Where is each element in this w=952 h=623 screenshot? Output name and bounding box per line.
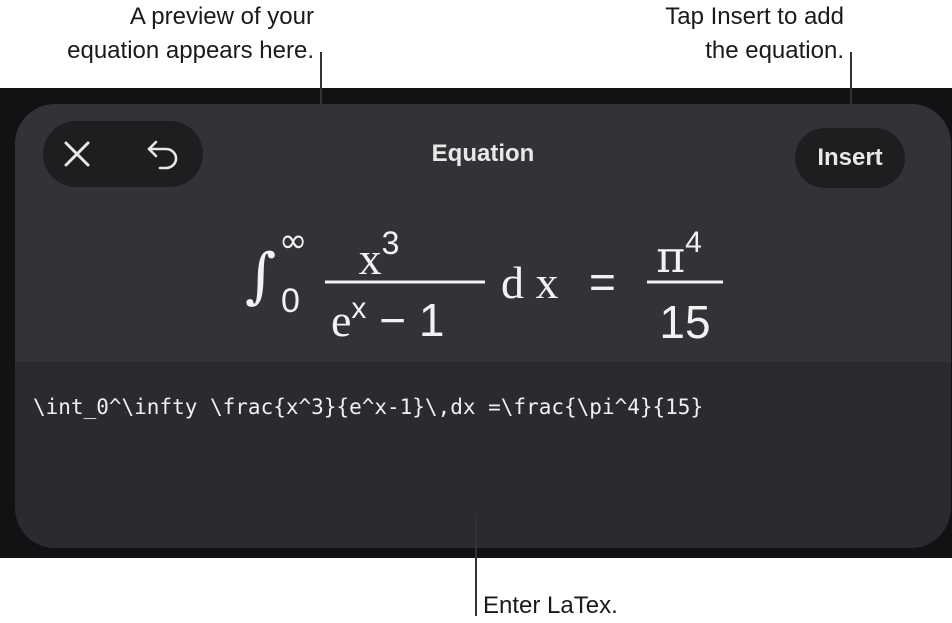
preview-callout-line: [320, 52, 322, 200]
equation-preview: ∫ ∞ 0 x3 ex − 1 d x = π4 15: [245, 221, 723, 348]
latex-callout: Enter LaTex.: [483, 592, 618, 619]
latex-input-field[interactable]: \int_0^\infty \frac{x^3}{e^x-1}\,dx =\fr…: [33, 392, 933, 522]
insert-callout-line: [850, 52, 852, 122]
integral-upper-limit: ∞: [279, 221, 307, 261]
insert-callout: Tap Insert to add the equation.: [665, 0, 844, 68]
insert-callout-line2: the equation.: [705, 37, 844, 64]
rhs-numerator-exponent: 4: [685, 226, 702, 259]
differential: d x: [501, 257, 559, 308]
rhs-denominator: 15: [659, 296, 710, 348]
fraction-numerator: x3: [359, 225, 400, 284]
insert-callout-line1: Tap Insert to add: [665, 3, 844, 30]
equation-preview-area: Equation Insert ∫ ∞ 0 x3 ex − 1 d x = π4…: [15, 104, 951, 362]
latex-callout-line: [475, 518, 477, 616]
equation-editor-panel: Equation Insert ∫ ∞ 0 x3 ex − 1 d x = π4…: [15, 104, 951, 548]
integral-sign: ∫: [245, 241, 276, 311]
preview-callout-line2: equation appears here.: [67, 37, 314, 64]
insert-button[interactable]: Insert: [795, 128, 905, 188]
preview-callout: A preview of your equation appears here.: [67, 0, 314, 68]
denominator-exponent: x: [351, 292, 366, 325]
numerator-exponent: 3: [382, 225, 400, 261]
rhs-numerator: π4: [656, 226, 702, 283]
integral-lower-limit: 0: [281, 282, 300, 320]
preview-callout-line1: A preview of your: [129, 3, 314, 30]
fraction-denominator: ex − 1: [331, 292, 444, 346]
equals-sign: =: [589, 256, 616, 308]
